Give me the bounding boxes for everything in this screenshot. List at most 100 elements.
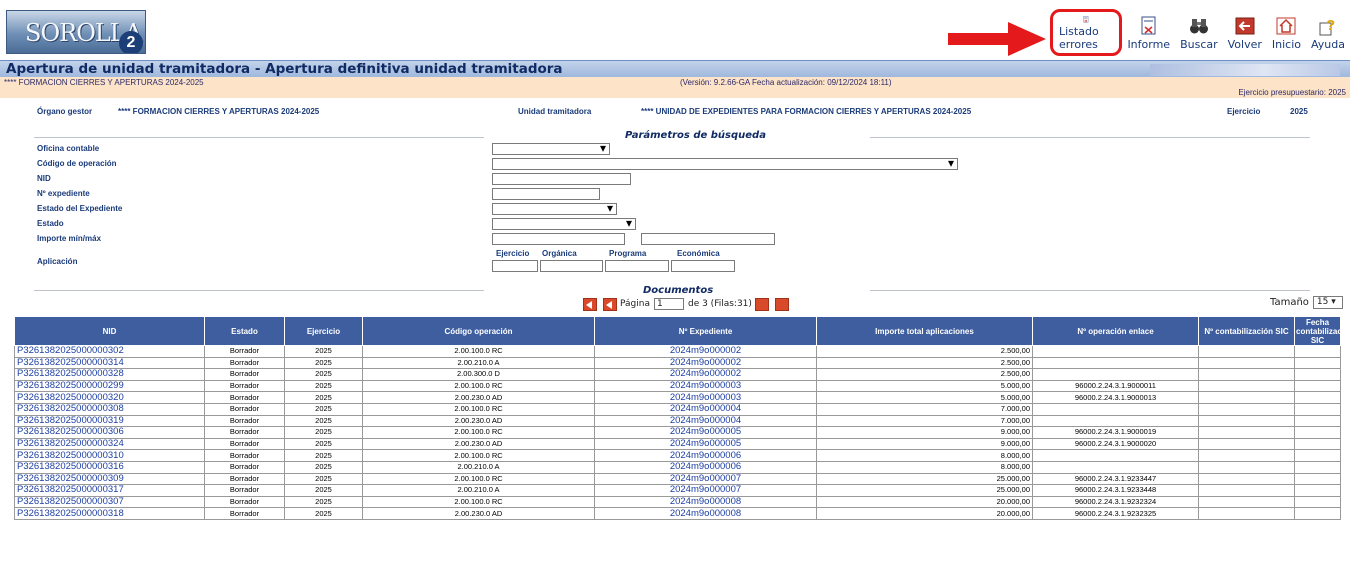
expediente-link[interactable]: 2024m9o000005 xyxy=(594,426,817,439)
nid-link[interactable]: P3261382025000000318 xyxy=(14,507,205,520)
buscar-button[interactable]: Buscar xyxy=(1175,16,1223,56)
column-header[interactable]: Fecha contabilización SIC xyxy=(1294,316,1350,346)
column-header[interactable]: Nº contabilización SIC xyxy=(1198,316,1295,346)
sic-cell xyxy=(1198,356,1295,370)
search-section-title: Parámetros de búsqueda xyxy=(625,130,766,141)
first-page-button[interactable] xyxy=(583,297,597,311)
codigo-select[interactable] xyxy=(492,156,958,170)
aplicacion-programa-input[interactable] xyxy=(605,260,669,272)
nid-link[interactable]: P3261382025000000319 xyxy=(14,414,205,428)
aplicacion-economica-input[interactable] xyxy=(671,260,735,272)
codigo-cell: 2.00.230.0 AD xyxy=(362,437,595,451)
volver-button[interactable]: Volver xyxy=(1223,16,1267,56)
table-row[interactable]: P3261382025000000314 Borrador 2025 2.00.210… xyxy=(14,356,1341,370)
next-page-button[interactable] xyxy=(754,297,769,311)
table-row[interactable]: P3261382025000000320 Borrador 2025 2.00.230… xyxy=(14,391,1341,404)
column-header[interactable]: Ejercicio xyxy=(284,316,363,346)
red-arrow-icon xyxy=(948,22,1046,56)
table-row[interactable]: P3261382025000000316 Borrador 2025 2.00.210… xyxy=(14,460,1341,474)
nid-input[interactable] xyxy=(492,173,631,185)
toolbar-label: Buscar xyxy=(1180,38,1218,51)
inicio-button[interactable]: Inicio xyxy=(1267,16,1306,56)
ejercicio-cell: 2025 xyxy=(284,495,363,509)
oficina-select[interactable] xyxy=(492,141,610,155)
enlace-cell: 96000.2.24.3.1.9000013 xyxy=(1032,391,1199,404)
expediente-link[interactable]: 2024m9o000004 xyxy=(594,402,817,416)
column-header[interactable]: Nº operación enlace xyxy=(1032,316,1199,346)
nid-link[interactable]: P3261382025000000320 xyxy=(14,391,205,404)
page-input[interactable]: 1 xyxy=(653,298,684,310)
documents-table: NID Estado Ejercicio Código operación Nº… xyxy=(14,316,1350,520)
ejercicio-cell: 2025 xyxy=(284,472,363,486)
column-header[interactable]: Importe total aplicaciones xyxy=(816,316,1033,346)
column-header[interactable]: Nº Expediente xyxy=(594,316,817,346)
expediente-link[interactable]: 2024m9o000006 xyxy=(594,460,817,474)
estado-cell: Borrador xyxy=(204,379,285,393)
sic-cell xyxy=(1198,345,1295,358)
estado-expediente-select[interactable] xyxy=(492,201,617,215)
table-row[interactable]: P3261382025000000318 Borrador 2025 2.00.230… xyxy=(14,507,1341,520)
unidad-label: Unidad tramitadora xyxy=(518,107,592,116)
importe-min-input[interactable] xyxy=(492,233,625,245)
importe-cell: 2.500,00 xyxy=(816,345,1033,358)
nid-link[interactable]: P3261382025000000328 xyxy=(14,368,205,381)
ayuda-button[interactable]: ? Ayuda xyxy=(1306,16,1350,56)
page-size-select[interactable]: 15 ▾ xyxy=(1312,296,1343,309)
expediente-link[interactable]: 2024m9o000002 xyxy=(594,368,817,381)
aplicacion-organica-input[interactable] xyxy=(540,260,603,272)
nid-link[interactable]: P3261382025000000314 xyxy=(14,356,205,370)
fecha-sic-cell xyxy=(1294,426,1341,439)
aplicacion-ejercicio-input[interactable] xyxy=(492,260,538,272)
expediente-link[interactable]: 2024m9o000007 xyxy=(594,472,817,486)
nid-link[interactable]: P3261382025000000306 xyxy=(14,426,205,439)
codigo-cell: 2.00.100.0 RC xyxy=(362,426,595,439)
ejercicio-cell: 2025 xyxy=(284,345,363,358)
codigo-cell: 2.00.100.0 RC xyxy=(362,345,595,358)
column-header[interactable]: Código operación xyxy=(362,316,595,346)
table-row[interactable]: P3261382025000000324 Borrador 2025 2.00.230… xyxy=(14,437,1341,451)
expediente-link[interactable]: 2024m9o000008 xyxy=(594,507,817,520)
estado-select[interactable] xyxy=(492,216,636,230)
expediente-link[interactable]: 2024m9o000006 xyxy=(594,449,817,462)
expediente-link[interactable]: 2024m9o000002 xyxy=(594,345,817,358)
expediente-link[interactable]: 2024m9o000003 xyxy=(594,379,817,393)
table-row[interactable]: P3261382025000000306 Borrador 2025 2.00.100… xyxy=(14,426,1341,439)
nid-link[interactable]: P3261382025000000307 xyxy=(14,495,205,509)
table-row[interactable]: P3261382025000000328 Borrador 2025 2.00.300… xyxy=(14,368,1341,381)
nid-link[interactable]: P3261382025000000302 xyxy=(14,345,205,358)
informe-button[interactable]: Informe xyxy=(1122,16,1175,56)
table-row[interactable]: P3261382025000000317 Borrador 2025 2.00.210… xyxy=(14,484,1341,497)
table-row[interactable]: P3261382025000000308 Borrador 2025 2.00.100… xyxy=(14,402,1341,416)
nid-link[interactable]: P3261382025000000316 xyxy=(14,460,205,474)
table-row[interactable]: P3261382025000000302 Borrador 2025 2.00.100… xyxy=(14,345,1341,358)
enlace-cell xyxy=(1032,345,1199,358)
column-header[interactable]: NID xyxy=(14,316,205,346)
estado-cell: Borrador xyxy=(204,495,285,509)
last-page-button[interactable] xyxy=(774,297,789,311)
expediente-link[interactable]: 2024m9o000007 xyxy=(594,484,817,497)
importe-cell: 5.000,00 xyxy=(816,379,1033,393)
table-row[interactable]: P3261382025000000307 Borrador 2025 2.00.100… xyxy=(14,495,1341,509)
nid-link[interactable]: P3261382025000000299 xyxy=(14,379,205,393)
nid-link[interactable]: P3261382025000000317 xyxy=(14,484,205,497)
table-row[interactable]: P3261382025000000309 Borrador 2025 2.00.100… xyxy=(14,472,1341,486)
sorolla-logo[interactable]: SOROLLA 2 xyxy=(6,10,146,54)
importe-max-input[interactable] xyxy=(641,233,775,245)
nid-link[interactable]: P3261382025000000310 xyxy=(14,449,205,462)
nid-link[interactable]: P3261382025000000324 xyxy=(14,437,205,451)
enlace-cell: 96000.2.24.3.1.9000019 xyxy=(1032,426,1199,439)
expediente-link[interactable]: 2024m9o000003 xyxy=(594,391,817,404)
listado-errores-button[interactable]: Listado errores xyxy=(1050,9,1123,56)
expediente-link[interactable]: 2024m9o000005 xyxy=(594,437,817,451)
expediente-input[interactable] xyxy=(492,188,600,200)
table-row[interactable]: P3261382025000000310 Borrador 2025 2.00.100… xyxy=(14,449,1341,462)
expediente-link[interactable]: 2024m9o000008 xyxy=(594,495,817,509)
prev-page-button[interactable] xyxy=(603,297,617,311)
nid-link[interactable]: P3261382025000000309 xyxy=(14,472,205,486)
expediente-link[interactable]: 2024m9o000004 xyxy=(594,414,817,428)
column-header[interactable]: Estado xyxy=(204,316,285,346)
table-row[interactable]: P3261382025000000299 Borrador 2025 2.00.100… xyxy=(14,379,1341,393)
table-row[interactable]: P3261382025000000319 Borrador 2025 2.00.230… xyxy=(14,414,1341,428)
nid-link[interactable]: P3261382025000000308 xyxy=(14,402,205,416)
expediente-link[interactable]: 2024m9o000002 xyxy=(594,356,817,370)
